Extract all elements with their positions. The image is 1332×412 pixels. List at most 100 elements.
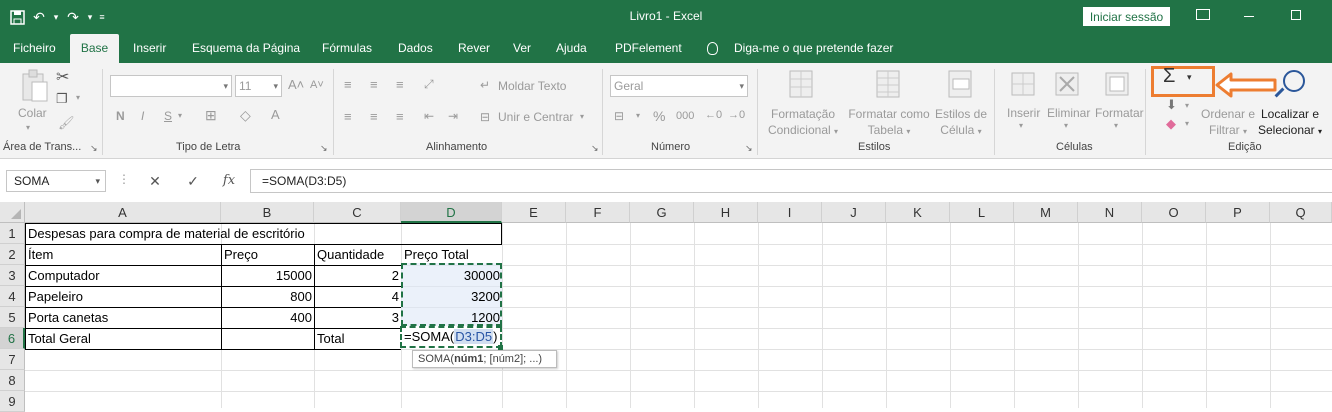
column-header-l[interactable]: L [950,202,1014,223]
column-header-d[interactable]: D [401,202,502,223]
clear-icon[interactable]: ◆ [1166,116,1176,132]
column-header-c[interactable]: C [314,202,401,223]
cell-a5[interactable]: Porta canetas [26,307,110,328]
tab-view[interactable]: Ver [513,34,531,63]
column-header-g[interactable]: G [630,202,694,223]
tab-formulas[interactable]: Fórmulas [322,34,372,63]
tab-file[interactable]: Ficheiro [13,34,56,63]
insert-cells-icon[interactable] [1010,71,1038,99]
accounting-dropdown-icon[interactable]: ▾ [636,111,640,120]
delete-cells-button[interactable]: Eliminar [1047,106,1090,120]
cancel-formula-button[interactable]: ✕ [145,171,165,191]
format-cells-button[interactable]: Formatar [1095,106,1144,120]
font-name-combo[interactable]: ▾ [110,75,232,97]
tooltip-function[interactable]: SOMA( [418,353,454,365]
tab-page-layout[interactable]: Esquema da Página [192,34,300,63]
ribbon-display-options-icon[interactable] [1196,9,1210,20]
align-center-icon[interactable]: ≡ [370,109,378,124]
undo-icon[interactable]: ↶ [30,6,48,28]
fill-icon[interactable]: ⬇ [1166,97,1177,113]
cell-a4[interactable]: Papeleiro [26,286,85,307]
delete-cells-icon[interactable] [1054,71,1082,99]
cell-a2[interactable]: Ítem [26,244,55,265]
conditional-formatting-icon[interactable] [788,69,816,99]
sign-in-button[interactable]: Iniciar sessão [1083,7,1170,26]
borders-icon[interactable]: ⊞ [205,107,217,124]
cell-styles-icon[interactable] [947,69,975,99]
merge-dropdown-icon[interactable]: ▾ [580,112,584,121]
clipboard-launcher-icon[interactable]: ↘ [90,143,98,154]
comma-style-button[interactable]: 000 [676,110,694,122]
cell-b5[interactable]: 400 [221,307,314,328]
save-icon[interactable] [8,6,26,28]
grow-font-icon[interactable]: A˄ [288,77,304,92]
insert-dropdown-icon[interactable]: ▾ [1019,121,1023,130]
align-top-icon[interactable]: ≡ [344,77,352,92]
column-header-o[interactable]: O [1142,202,1206,223]
sort-filter-button[interactable]: Ordenar e Filtrar ▾ [1198,106,1258,140]
align-right-icon[interactable]: ≡ [396,109,404,124]
accounting-format-icon[interactable]: ⊟ [614,109,624,123]
cell-b3[interactable]: 15000 [221,265,314,286]
column-header-n[interactable]: N [1078,202,1142,223]
fill-dropdown-icon[interactable]: ▾ [1185,101,1189,110]
bold-button[interactable]: N [116,109,125,123]
italic-button[interactable]: I [141,109,144,123]
row-header-7[interactable]: 7 [0,349,25,370]
align-middle-icon[interactable]: ≡ [370,77,378,92]
formula-input[interactable]: =SOMA(D3:D5) [250,169,1332,193]
number-format-combo[interactable]: Geral ▾ [610,75,748,97]
copy-dropdown-icon[interactable]: ▾ [76,93,80,102]
cell-c5[interactable]: 3 [314,307,401,328]
row-header-9[interactable]: 9 [0,391,25,412]
cell-a3[interactable]: Computador [26,265,102,286]
decrease-decimal-icon[interactable]: →0 [728,109,745,121]
column-header-i[interactable]: I [758,202,822,223]
align-left-icon[interactable]: ≡ [344,109,352,124]
conditional-formatting-button[interactable]: Formatação Condicional ▾ [763,106,843,140]
cell-d6-editing[interactable]: =SOMA(D3:D5) [400,326,502,348]
format-painter-icon[interactable]: 🖌 [58,115,75,131]
enter-formula-button[interactable]: ✓ [183,171,203,191]
tab-help[interactable]: Ajuda [556,34,587,63]
find-select-icon[interactable] [1283,70,1305,92]
row-header-2[interactable]: 2 [0,244,25,265]
format-as-table-button[interactable]: Formatar como Tabela ▾ [846,106,932,140]
insert-cells-button[interactable]: Inserir [1007,106,1040,120]
format-as-table-icon[interactable] [875,69,903,99]
autosum-button[interactable]: Σ [1163,65,1175,88]
percent-style-button[interactable]: % [653,108,665,124]
decrease-indent-icon[interactable]: ⇤ [424,109,434,123]
column-header-e[interactable]: E [502,202,566,223]
clear-dropdown-icon[interactable]: ▾ [1185,119,1189,128]
column-header-m[interactable]: M [1014,202,1078,223]
paste-icon[interactable] [20,68,50,104]
minimize-icon[interactable] [1244,16,1254,17]
fill-color-icon[interactable]: ◇ [240,107,251,124]
cell-d5[interactable]: 1200 [401,307,502,328]
column-header-k[interactable]: K [886,202,950,223]
cell-d2[interactable]: Preço Total [402,244,471,265]
font-size-combo[interactable]: 11 ▾ [235,75,282,97]
format-dropdown-icon[interactable]: ▾ [1114,121,1118,130]
number-launcher-icon[interactable]: ↘ [745,143,753,154]
merge-icon[interactable]: ⊟ [480,110,490,124]
column-header-j[interactable]: J [822,202,886,223]
wrap-text-button[interactable]: Moldar Texto [498,79,566,93]
column-header-a[interactable]: A [25,202,221,223]
tab-insert[interactable]: Inserir [133,34,166,63]
increase-decimal-icon[interactable]: ←0 [705,109,722,121]
cut-icon[interactable]: ✂ [56,67,69,87]
row-header-6[interactable]: 6 [0,328,25,349]
undo-dropdown-icon[interactable]: ▾ [52,6,60,28]
wrap-text-icon[interactable]: ↵ [480,78,490,92]
tab-home[interactable]: Base [70,34,119,63]
cell-c6[interactable]: Total [315,328,346,349]
tab-data[interactable]: Dados [398,34,433,63]
row-header-3[interactable]: 3 [0,265,25,286]
customize-qat-icon[interactable]: ≡ [98,6,106,28]
cell-c4[interactable]: 4 [314,286,401,307]
row-header-5[interactable]: 5 [0,307,25,328]
cell-a6[interactable]: Total Geral [26,328,93,349]
font-launcher-icon[interactable]: ↘ [320,143,328,154]
